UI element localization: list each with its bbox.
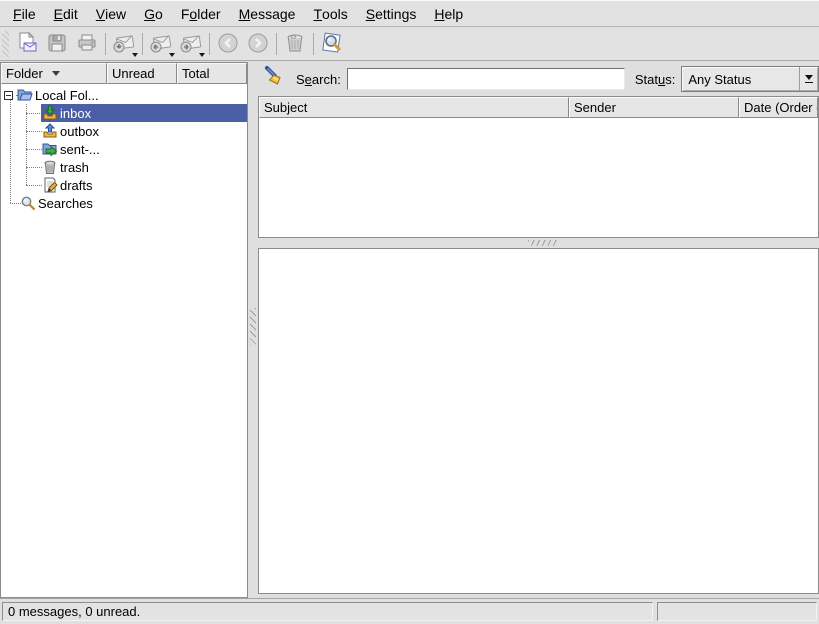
statusbar-message-count: 0 messages, 0 unread. [2, 602, 653, 621]
statusbar: 0 messages, 0 unread. [0, 598, 819, 624]
save-icon [46, 32, 68, 57]
reply-dropdown-caret[interactable] [169, 53, 175, 57]
tree-row-searches[interactable]: Searches [1, 194, 247, 212]
column-header-date[interactable]: Date (Order o [739, 97, 818, 118]
tree-row-label: Searches [38, 196, 93, 211]
splitter-grip [528, 240, 558, 246]
menu-edit[interactable]: Edit [45, 1, 87, 26]
tree-row-label: Local Fol... [35, 88, 99, 103]
toolbar-drag-handle[interactable] [2, 31, 9, 57]
statusbar-right-section [657, 602, 817, 621]
sent-mail-icon [42, 141, 58, 157]
drafts-icon [42, 177, 58, 193]
column-header-unread[interactable]: Unread [107, 63, 177, 84]
menubar: File Edit View Go Folder Message Tools S… [0, 0, 819, 27]
back-icon [216, 31, 240, 58]
menu-folder[interactable]: Folder [172, 1, 230, 26]
status-combo[interactable]: Any Status [681, 66, 819, 92]
toolbar-separator [276, 33, 277, 55]
open-folder-icon [17, 87, 33, 103]
tree-row-drafts[interactable]: drafts [1, 176, 247, 194]
horizontal-splitter[interactable] [258, 238, 819, 248]
find-messages-button[interactable] [317, 30, 347, 58]
search-input[interactable] [347, 68, 625, 90]
menu-file[interactable]: File [4, 1, 45, 26]
message-list-header: Subject Sender Date (Order o [259, 97, 818, 118]
check-mail-button[interactable] [109, 30, 139, 58]
trash-button[interactable] [280, 30, 310, 58]
search-folder-icon [20, 195, 36, 211]
column-header-total[interactable]: Total [177, 63, 247, 84]
column-header-folder-label: Folder [6, 66, 43, 81]
toolbar [0, 28, 819, 61]
chevron-down-icon [805, 75, 813, 80]
column-header-folder[interactable]: Folder [1, 63, 107, 84]
forward-nav-icon [246, 31, 270, 58]
message-preview-pane[interactable] [258, 248, 819, 594]
find-messages-icon [319, 30, 345, 59]
vertical-splitter[interactable] [248, 62, 258, 598]
toolbar-separator [313, 33, 314, 55]
status-label: Status: [635, 72, 676, 87]
tree-row-label: outbox [60, 124, 99, 139]
column-header-subject-label: Subject [264, 100, 307, 115]
tree-row-label: inbox [60, 106, 91, 121]
trash-folder-icon [42, 159, 58, 175]
message-list[interactable]: Subject Sender Date (Order o [258, 96, 819, 238]
inbox-icon [42, 105, 58, 121]
save-button[interactable] [42, 30, 72, 58]
check-mail-dropdown-caret[interactable] [132, 53, 138, 57]
forward-dropdown-caret[interactable] [199, 53, 205, 57]
tree-row-label: drafts [60, 178, 93, 193]
menu-go[interactable]: Go [135, 1, 172, 26]
column-header-sender[interactable]: Sender [569, 97, 739, 118]
outbox-icon [42, 123, 58, 139]
menu-message[interactable]: Message [230, 1, 305, 26]
combo-arrow-bar [805, 82, 813, 83]
kmail-window: File Edit View Go Folder Message Tools S… [0, 0, 819, 624]
collapse-expander-icon[interactable] [4, 91, 13, 100]
statusbar-text: 0 messages, 0 unread. [8, 604, 140, 619]
tree-row-label: sent-... [60, 142, 100, 157]
print-button[interactable] [72, 30, 102, 58]
tree-row-label: trash [60, 160, 89, 175]
tree-row-trash[interactable]: trash [1, 158, 247, 176]
forward-nav-button[interactable] [243, 30, 273, 58]
column-header-total-label: Total [182, 66, 209, 81]
folder-tree[interactable]: Local Fol... inbox outbox [1, 84, 247, 597]
toolbar-separator [105, 33, 106, 55]
tree-row-sent-mail[interactable]: sent-... [1, 140, 247, 158]
folder-pane: Folder Unread Total [0, 62, 248, 598]
new-message-button[interactable] [12, 30, 42, 58]
broom-icon [262, 65, 288, 94]
sort-arrow-icon [52, 71, 60, 76]
forward-button[interactable] [176, 30, 206, 58]
toolbar-separator [209, 33, 210, 55]
toolbar-separator [142, 33, 143, 55]
search-label: Search: [296, 72, 341, 87]
tree-row-inbox[interactable]: inbox [1, 104, 247, 122]
splitter-grip [250, 308, 256, 346]
print-icon [76, 32, 98, 57]
folder-list-header: Folder Unread Total [1, 63, 247, 84]
new-message-icon [15, 31, 39, 58]
combo-dropdown-button[interactable] [799, 67, 818, 91]
clear-search-button[interactable] [262, 66, 288, 92]
column-header-unread-label: Unread [112, 66, 155, 81]
column-header-date-label: Date (Order o [744, 100, 818, 115]
status-combo-value: Any Status [682, 72, 799, 87]
trash-icon [283, 31, 307, 58]
tree-row-outbox[interactable]: outbox [1, 122, 247, 140]
column-header-subject[interactable]: Subject [259, 97, 569, 118]
right-column: Search: Status: Any Status Subject Sende… [258, 62, 819, 598]
search-bar: Search: Status: Any Status [258, 62, 819, 96]
menu-tools[interactable]: Tools [304, 1, 356, 26]
back-button[interactable] [213, 30, 243, 58]
menu-view[interactable]: View [87, 1, 135, 26]
tree-row-local-folders[interactable]: Local Fol... [1, 86, 247, 104]
reply-button[interactable] [146, 30, 176, 58]
menu-settings[interactable]: Settings [357, 1, 426, 26]
column-header-sender-label: Sender [574, 100, 616, 115]
menu-help[interactable]: Help [425, 1, 472, 26]
